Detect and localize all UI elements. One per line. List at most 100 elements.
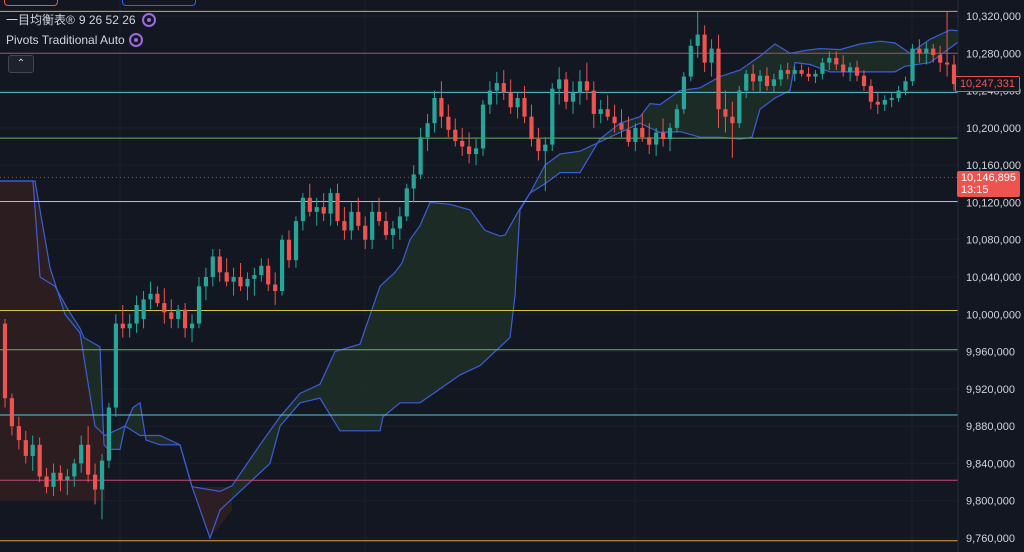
candle-body — [570, 92, 576, 102]
candle-body — [778, 70, 783, 80]
candle-body — [37, 444, 42, 477]
candle-body — [550, 88, 555, 145]
candle-body — [709, 48, 714, 63]
candle-body — [349, 211, 354, 231]
legend-row-pivots[interactable]: Pivots Traditional Auto — [6, 30, 156, 50]
candle-body — [598, 109, 603, 114]
candle-body — [716, 48, 721, 110]
candle-body — [183, 309, 188, 329]
candle-body — [557, 79, 562, 89]
candle-body — [681, 76, 686, 110]
candle-body — [820, 62, 825, 74]
candle-body — [300, 197, 305, 222]
candle-body — [584, 81, 589, 91]
candle-body — [120, 323, 125, 329]
candle-body — [508, 92, 513, 108]
candle-body — [86, 444, 91, 475]
top-tab-red[interactable] — [4, 0, 58, 6]
price-axis-tick-label: 10,280,000 — [966, 48, 1021, 60]
candle-body — [280, 239, 285, 291]
candle-body — [273, 284, 278, 291]
candle-body — [169, 312, 174, 319]
ichimoku-settings-icon[interactable] — [141, 13, 156, 27]
candle-body — [792, 70, 797, 74]
candle-body — [661, 132, 666, 139]
price-axis-tick-label: 9,960,000 — [966, 347, 1015, 359]
candle-body — [591, 90, 596, 114]
price-axis-tick-label: 10,080,000 — [966, 235, 1021, 247]
candle-body — [744, 73, 749, 91]
candle-body — [945, 62, 950, 65]
legend-row-ichimoku[interactable]: 一目均衡表® 9 26 52 26 — [6, 10, 156, 30]
pivots-settings-icon[interactable] — [128, 33, 143, 47]
candle-body — [266, 265, 271, 285]
collapse-legend-button[interactable]: ⌃ — [8, 55, 34, 73]
candle-body — [751, 73, 756, 82]
candle-body — [370, 211, 375, 240]
countdown-timer: 13:15 — [960, 184, 989, 196]
current-price-badge: 10,247,331 — [954, 76, 1020, 92]
candle-body — [141, 299, 146, 319]
ichimoku-name: 一目均衡表® — [6, 13, 75, 27]
candle-body — [702, 34, 707, 63]
candle-body — [259, 265, 264, 276]
candle-body — [134, 305, 139, 324]
candle-body — [148, 293, 153, 300]
candle-body — [307, 197, 312, 212]
candle-body — [2, 323, 8, 399]
candle-body — [93, 474, 98, 490]
candle-body — [640, 127, 645, 138]
candle-body — [176, 309, 181, 319]
candle-body — [758, 75, 763, 82]
price-axis-tick-label: 9,760,000 — [966, 533, 1015, 545]
candle-body — [688, 45, 693, 77]
candle-body — [252, 275, 257, 279]
last-price-value: 10,146,895 — [960, 172, 1016, 184]
candle-body — [377, 211, 382, 222]
candle-body — [938, 55, 943, 63]
candle-body — [737, 90, 742, 124]
candle-body — [113, 323, 118, 408]
candle-body — [674, 109, 679, 128]
candle-body — [564, 79, 569, 102]
candle-body — [162, 303, 167, 313]
candle-body — [813, 73, 818, 77]
candle-body — [494, 83, 499, 91]
top-tab-blue[interactable] — [122, 0, 196, 6]
candle-body — [439, 98, 444, 117]
candle-body — [23, 440, 28, 456]
ichimoku-cloud-bear-fill — [192, 486, 232, 538]
candle-body — [834, 57, 839, 65]
candle-body — [16, 426, 21, 441]
candlestick-chart[interactable]: 10,320,00010,280,00010,240,00010,200,000… — [0, 0, 1024, 552]
chart-area[interactable]: 10,320,00010,280,00010,240,00010,200,000… — [0, 0, 1024, 552]
candle-body — [619, 123, 624, 130]
candle-body — [293, 221, 299, 261]
candle-body — [647, 137, 652, 145]
candle-body — [196, 286, 202, 324]
candle-body — [127, 323, 132, 329]
indicator-legend: 一目均衡表® 9 26 52 26 Pivots Traditional Aut… — [6, 10, 156, 50]
candle-body — [328, 193, 333, 214]
candle-body — [106, 407, 111, 461]
candle-body — [72, 463, 77, 477]
candle-body — [522, 98, 527, 117]
candle-body — [806, 73, 811, 77]
candle-body — [605, 109, 610, 117]
candle-body — [342, 221, 347, 231]
candle-body — [543, 144, 548, 152]
candle-body — [868, 85, 873, 102]
candle-body — [730, 116, 735, 124]
candle-body — [785, 70, 790, 74]
candle-body — [875, 101, 880, 105]
candle-body — [764, 75, 770, 86]
candle-body — [58, 472, 63, 481]
candle-body — [356, 211, 361, 226]
candle-body — [612, 116, 617, 124]
candle-body — [882, 99, 887, 105]
candle-body — [529, 116, 534, 140]
candle-body — [335, 193, 340, 222]
candle-body — [432, 98, 437, 124]
candle-body — [577, 81, 583, 93]
candle-body — [903, 81, 908, 91]
